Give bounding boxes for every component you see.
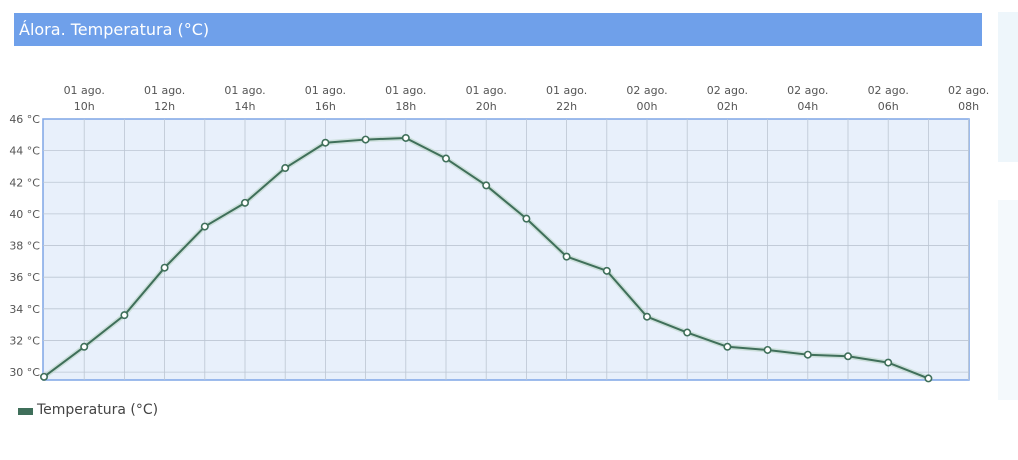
x-tick-date: 02 ago. [868, 84, 909, 97]
x-tick-hour: 20h [476, 100, 497, 113]
x-tick-date: 01 ago. [144, 84, 185, 97]
temperature-chart: 01 ago. 10h 01 ago. 12h 01 ago. 14h 01 ago. 16h… [9, 84, 990, 383]
x-tick-date: 01 ago. [385, 84, 426, 97]
data-point[interactable] [683, 328, 692, 337]
data-point[interactable] [39, 372, 48, 381]
x-tick-hour: 16h [315, 100, 336, 113]
y-tick-label: 44 °C [9, 145, 40, 158]
data-point[interactable] [281, 164, 290, 173]
data-point[interactable] [642, 312, 651, 321]
legend-swatch [18, 407, 33, 415]
x-tick-label: 02 ago. 04h [787, 84, 828, 113]
decorative-edge-top [998, 12, 1018, 162]
decorative-edge-middle [998, 200, 1018, 400]
y-tick-label: 30 °C [9, 366, 40, 379]
x-tick-hour: 18h [395, 100, 416, 113]
x-tick-hour: 22h [556, 100, 577, 113]
x-tick-label: 01 ago. 10h [64, 84, 105, 113]
data-point[interactable] [361, 135, 370, 144]
data-point[interactable] [80, 342, 89, 351]
x-tick-label: 01 ago. 12h [144, 84, 185, 113]
y-tick-label: 38 °C [9, 240, 40, 253]
y-tick-label: 34 °C [9, 303, 40, 316]
data-point[interactable] [763, 345, 772, 354]
y-axis-labels: 30 °C 32 °C 34 °C 36 °C 38 °C 40 °C 42 °C 44 °C… [9, 113, 40, 379]
x-tick-hour: 00h [637, 100, 658, 113]
data-point[interactable] [160, 263, 169, 272]
x-tick-hour: 02h [717, 100, 738, 113]
x-tick-label: 02 ago. 06h [868, 84, 909, 113]
data-point[interactable] [924, 374, 933, 383]
data-point[interactable] [441, 154, 450, 163]
data-point[interactable] [723, 342, 732, 351]
x-tick-date: 01 ago. [305, 84, 346, 97]
data-point[interactable] [884, 358, 893, 367]
x-tick-hour: 14h [235, 100, 256, 113]
data-point[interactable] [200, 222, 209, 231]
data-point[interactable] [321, 138, 330, 147]
data-point[interactable] [522, 214, 531, 223]
x-tick-hour: 12h [154, 100, 175, 113]
x-tick-date: 02 ago. [948, 84, 989, 97]
x-tick-hour: 06h [878, 100, 899, 113]
data-point[interactable] [843, 352, 852, 361]
x-tick-hour: 10h [74, 100, 95, 113]
x-axis-labels: 01 ago. 10h 01 ago. 12h 01 ago. 14h 01 ago. 16h… [64, 84, 990, 113]
y-tick-label: 36 °C [9, 271, 40, 284]
y-tick-label: 46 °C [9, 113, 40, 126]
x-tick-label: 02 ago. 08h [948, 84, 989, 113]
data-point[interactable] [241, 198, 250, 207]
y-tick-label: 32 °C [9, 334, 40, 347]
x-tick-hour: 08h [958, 100, 979, 113]
x-tick-label: 02 ago. 02h [707, 84, 748, 113]
x-tick-label: 02 ago. 00h [626, 84, 667, 113]
y-tick-label: 40 °C [9, 208, 40, 221]
x-tick-date: 01 ago. [546, 84, 587, 97]
x-tick-date: 02 ago. [626, 84, 667, 97]
x-tick-label: 01 ago. 22h [546, 84, 587, 113]
data-point[interactable] [803, 350, 812, 359]
x-tick-label: 01 ago. 18h [385, 84, 426, 113]
x-tick-label: 01 ago. 20h [466, 84, 507, 113]
x-tick-hour: 04h [797, 100, 818, 113]
data-point[interactable] [482, 181, 491, 190]
x-tick-date: 02 ago. [787, 84, 828, 97]
y-tick-label: 42 °C [9, 176, 40, 189]
x-tick-label: 01 ago. 16h [305, 84, 346, 113]
x-tick-date: 01 ago. [224, 84, 265, 97]
data-point[interactable] [602, 266, 611, 275]
x-tick-date: 01 ago. [64, 84, 105, 97]
data-point[interactable] [401, 133, 410, 142]
x-tick-date: 02 ago. [707, 84, 748, 97]
data-point[interactable] [120, 311, 129, 320]
x-tick-label: 01 ago. 14h [224, 84, 265, 113]
data-point[interactable] [562, 252, 571, 261]
legend-label: Temperatura (°C) [37, 402, 159, 418]
x-tick-date: 01 ago. [466, 84, 507, 97]
legend[interactable]: Temperatura (°C) [18, 401, 158, 419]
